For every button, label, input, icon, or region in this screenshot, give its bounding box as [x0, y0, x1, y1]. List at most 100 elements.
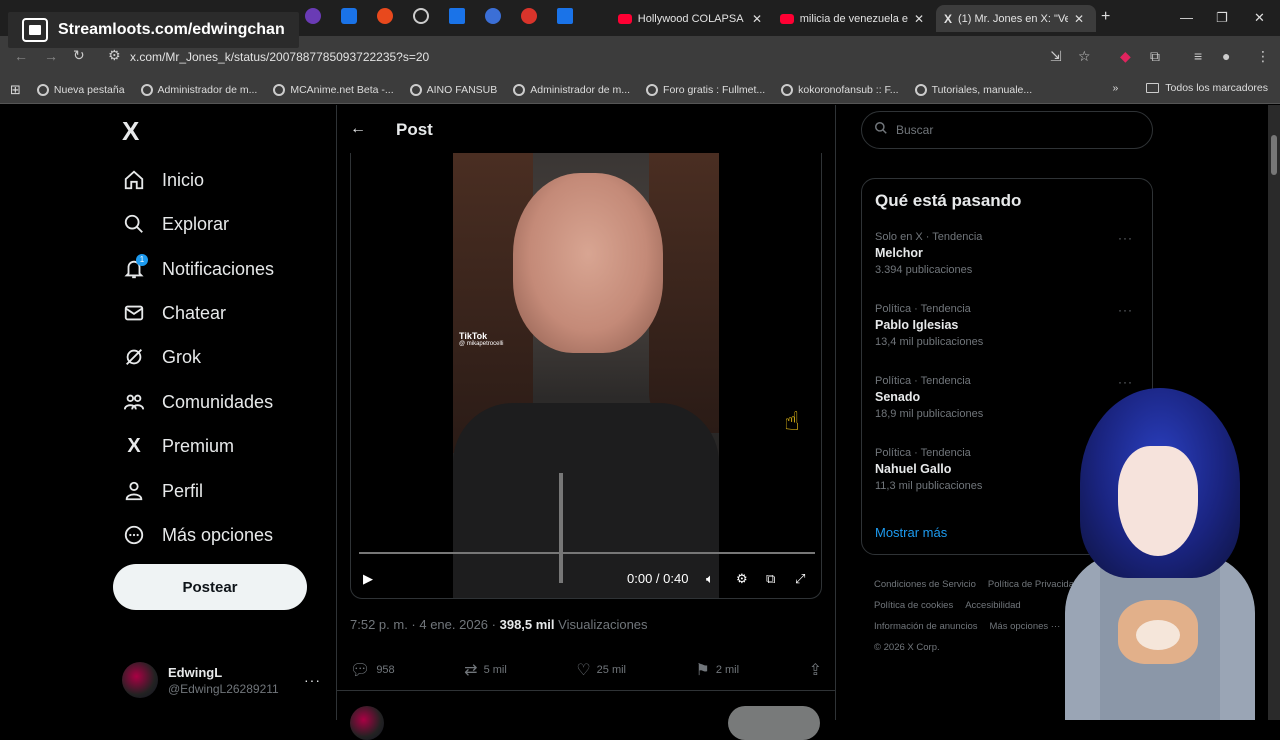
bookmark-item[interactable]: Administrador de m... — [140, 83, 257, 96]
vtuber-avatar-overlay — [1060, 388, 1260, 720]
view-count: 398,5 mil — [499, 617, 555, 632]
new-tab-button[interactable]: + — [1101, 8, 1110, 26]
repost-button[interactable]: ⇄ 5 mil — [464, 660, 507, 680]
footer-link[interactable]: Política de cookies — [874, 600, 953, 611]
minimize-icon[interactable]: — — [1180, 10, 1193, 25]
trend-more-icon[interactable]: ··· — [1118, 303, 1133, 317]
notification-badge: 1 — [136, 254, 148, 266]
tab-hollywood[interactable]: Hollywood COLAPSA pu ✕ — [610, 5, 770, 32]
nav-home[interactable]: Inicio — [122, 168, 204, 192]
tab-favicon-icon[interactable] — [557, 8, 573, 24]
show-more-link[interactable]: Mostrar más — [875, 525, 947, 540]
tab-close-icon[interactable]: ✕ — [752, 12, 762, 26]
bookmark-item[interactable]: Nueva pestaña — [36, 83, 125, 96]
post-timestamp[interactable]: 7:52 p. m. · 4 ene. 2026 · — [350, 617, 496, 632]
close-window-icon[interactable]: ✕ — [1254, 10, 1265, 26]
footer-link[interactable]: Más opciones ··· — [990, 621, 1061, 632]
settings-icon[interactable]: ⚙ — [736, 571, 748, 587]
x-logo-icon[interactable]: X — [122, 116, 139, 147]
scrollbar-thumb[interactable] — [1271, 135, 1277, 175]
bookmark-item[interactable]: Foro gratis : Fullmet... — [646, 83, 765, 96]
tab-milicia[interactable]: milicia de venezuela en ✕ — [772, 5, 932, 32]
volume-icon[interactable]: 🔈︎ — [706, 571, 714, 587]
tab-close-icon[interactable]: ✕ — [914, 12, 924, 26]
tab-favicon-icon[interactable] — [305, 8, 321, 24]
tiktok-label: TikTok — [459, 331, 488, 341]
bookmark-item[interactable]: Administrador de m... — [513, 83, 630, 96]
video-player[interactable]: TikTok @ mikapetrocelli ▶ 0:00 / 0:40 🔈︎… — [350, 153, 822, 599]
forward-nav-icon[interactable]: → — [44, 48, 58, 64]
bookmark-item[interactable]: Tutoriales, manuale... — [914, 83, 1032, 96]
repost-icon: ⇄ — [464, 662, 478, 679]
nav-chat[interactable]: Chatear — [122, 301, 226, 325]
nav-premium[interactable]: X Premium — [122, 434, 234, 458]
extensions-puzzle-icon[interactable]: ⧉ — [1150, 48, 1160, 65]
trend-item[interactable]: Solo en X · Tendencia Melchor 3.394 publ… — [875, 231, 1141, 276]
bookmark-item[interactable]: kokoronofansub :: F... — [781, 83, 899, 96]
reply-button[interactable]: 💬︎ 958 — [350, 660, 395, 680]
reply-icon: 💬︎ — [350, 662, 371, 679]
trend-more-icon[interactable]: ··· — [1118, 375, 1133, 389]
tab-mr-jones[interactable]: X (1) Mr. Jones en X: "Ven ✕ — [936, 5, 1096, 32]
trend-item[interactable]: Política · Tendencia Pablo Iglesias 13,4… — [875, 303, 1141, 348]
search-box[interactable] — [861, 111, 1153, 149]
avatar — [350, 706, 384, 740]
apps-grid-icon[interactable]: ⊞ — [10, 82, 21, 98]
video-progress-bar[interactable] — [359, 552, 815, 554]
avatar — [122, 662, 158, 698]
page-scrollbar[interactable] — [1268, 105, 1280, 720]
bookmark-globe-icon — [409, 83, 422, 96]
tab-close-icon[interactable]: ✕ — [1074, 12, 1084, 26]
account-more-icon[interactable]: ··· — [304, 672, 321, 688]
tab-favicon-icon[interactable] — [521, 8, 537, 24]
footer-link[interactable]: Información de anuncios — [874, 621, 978, 632]
install-app-icon[interactable]: ⇲ — [1050, 48, 1062, 65]
nav-explore[interactable]: Explorar — [122, 212, 229, 236]
bookmark-icon: ⚑ — [695, 662, 710, 679]
share-icon: ⇪ — [808, 662, 822, 679]
bookmark-item[interactable]: AINO FANSUB — [409, 83, 497, 96]
search-input[interactable] — [896, 123, 1136, 137]
bookmarks-right: » Todos los marcadores — [1112, 82, 1268, 94]
reload-icon[interactable]: ↻ — [73, 47, 85, 64]
tab-favicon-icon[interactable] — [449, 8, 465, 24]
bookmark-button[interactable]: ⚑ 2 mil — [696, 660, 740, 680]
back-nav-icon[interactable]: ← — [14, 48, 28, 64]
back-arrow-icon[interactable]: ← — [350, 120, 366, 138]
tab-label: Hollywood COLAPSA pu — [637, 12, 746, 25]
post-meta: 7:52 p. m. · 4 ene. 2026 · 398,5 mil Vis… — [350, 617, 648, 632]
tiktok-user: @ mikapetrocelli — [459, 341, 504, 347]
reply-submit-button[interactable] — [728, 706, 820, 740]
all-bookmarks-link[interactable]: Todos los marcadores — [1165, 82, 1268, 94]
media-control-icon[interactable]: ≡ — [1194, 48, 1202, 64]
tab-favicon-icon[interactable] — [341, 8, 357, 24]
nav-more-options[interactable]: Más opciones — [122, 523, 273, 547]
extension-icon[interactable]: ◆ — [1120, 48, 1131, 65]
tab-favicon-icon[interactable] — [485, 8, 501, 24]
play-icon[interactable]: ▶ — [363, 571, 373, 587]
post-button[interactable]: Postear — [113, 564, 307, 610]
tab-globe-icon[interactable] — [413, 8, 429, 24]
maximize-icon[interactable]: ❐ — [1216, 10, 1228, 26]
bookmark-star-icon[interactable]: ☆ — [1078, 48, 1091, 65]
footer-link[interactable]: Accesibilidad — [965, 600, 1020, 611]
youtube-icon — [618, 13, 632, 24]
footer-link[interactable]: Condiciones de Servicio — [874, 579, 976, 590]
x-premium-icon: X — [127, 434, 141, 457]
fullscreen-icon[interactable]: ⤢ — [795, 571, 805, 587]
account-switcher[interactable]: EdwingL @EdwingL26289211 — [122, 662, 279, 698]
trend-more-icon[interactable]: ··· — [1118, 231, 1133, 245]
browser-menu-icon[interactable]: ⋮ — [1256, 48, 1270, 65]
bookmark-item[interactable]: MCAnime.net Beta -... — [273, 83, 394, 96]
pip-icon[interactable]: ⧉ — [766, 571, 775, 587]
share-button[interactable]: ⇪ — [809, 660, 822, 680]
nav-profile[interactable]: Perfil — [122, 479, 203, 503]
profile-avatar-icon[interactable]: ● — [1222, 48, 1230, 64]
like-button[interactable]: ♡ 25 mil — [576, 660, 626, 680]
nav-communities[interactable]: Comunidades — [122, 390, 273, 414]
bookmarks-overflow-button[interactable]: » — [1112, 82, 1118, 94]
nav-grok[interactable]: Grok — [122, 345, 201, 369]
tab-favicon-icon[interactable] — [377, 8, 393, 24]
search-icon — [122, 212, 146, 236]
video-zip — [559, 473, 563, 583]
